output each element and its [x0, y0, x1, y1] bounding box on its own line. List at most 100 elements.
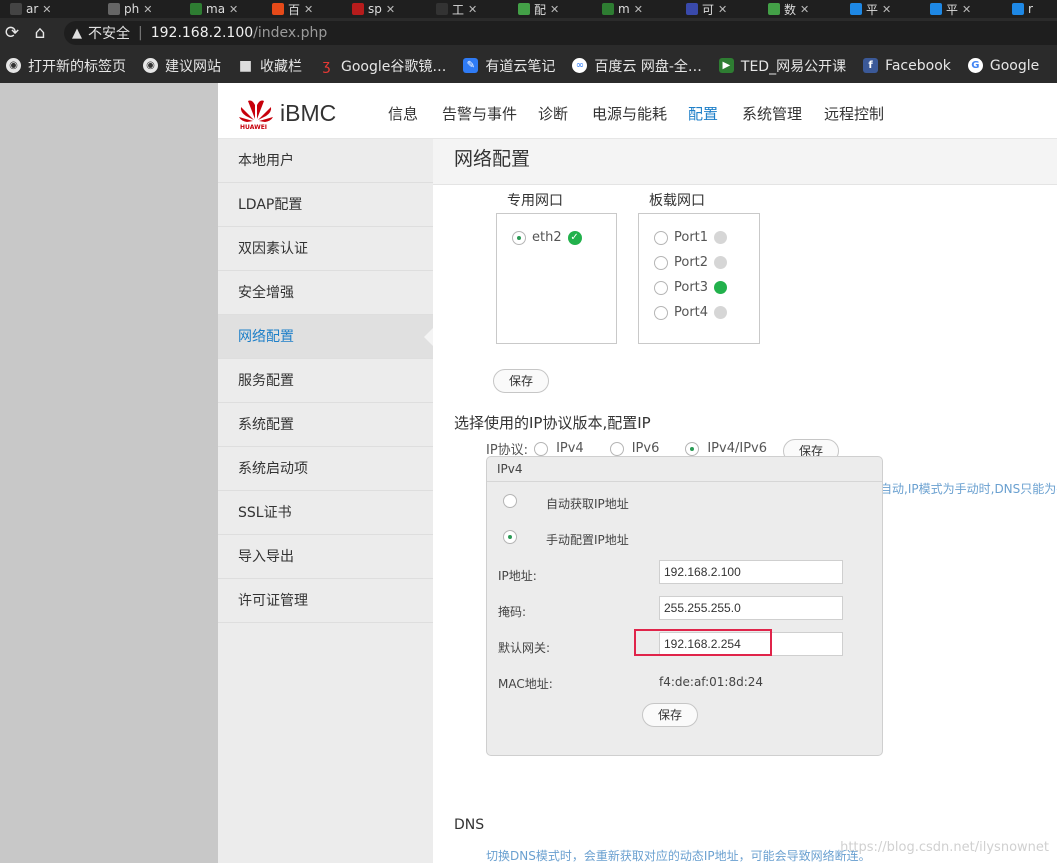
- sidebar-item-services[interactable]: 服务配置: [218, 359, 433, 403]
- sidebar-item-security[interactable]: 安全增强: [218, 271, 433, 315]
- nav-diagnostics[interactable]: 诊断: [538, 103, 568, 124]
- nav-system-management[interactable]: 系统管理: [742, 103, 802, 124]
- tab-close-icon[interactable]: ✕: [386, 3, 395, 16]
- port-option-port3[interactable]: Port3: [654, 280, 728, 295]
- bookmark-label: TED_网易公开课: [740, 58, 847, 75]
- address-bar[interactable]: ▲ 不安全 | 192.168.2.100/index.php: [64, 21, 1057, 45]
- tab-label: r: [1028, 2, 1033, 16]
- bookmark-item[interactable]: G Google: [967, 58, 1039, 74]
- tab-favicon-icon: [686, 3, 698, 15]
- save-port-button[interactable]: 保存: [493, 369, 549, 393]
- option-label: IPv4: [556, 441, 584, 456]
- tab-close-icon[interactable]: ✕: [143, 3, 152, 16]
- sidebar-item-boot[interactable]: 系统启动项: [218, 447, 433, 491]
- page-left-gutter: [0, 83, 218, 863]
- omnibox-separator: |: [138, 25, 143, 41]
- browser-tab-strip: ar ✕ ph ✕ ma ✕ 百 ✕ sp ✕ 工 ✕ 配 ✕ m ✕ 可 ✕ 数 ✕ 平 ✕ 平 ✕ …: [0, 0, 1057, 18]
- port-option-port2[interactable]: Port2: [654, 255, 728, 270]
- auto-ip-radio[interactable]: [503, 494, 517, 508]
- port-option-port1[interactable]: Port1: [654, 230, 728, 245]
- security-warning-label[interactable]: 不安全: [88, 23, 130, 43]
- browser-tab[interactable]: sp ✕: [352, 0, 395, 18]
- nav-info[interactable]: 信息: [388, 103, 418, 124]
- sidebar-item-system-config[interactable]: 系统配置: [218, 403, 433, 447]
- onboard-port-box: Port1 Port2 Port3 Port4: [638, 213, 760, 344]
- tab-close-icon[interactable]: ✕: [229, 3, 238, 16]
- subnet-mask-input[interactable]: [659, 596, 843, 620]
- tab-favicon-icon: [768, 3, 780, 15]
- tab-close-icon[interactable]: ✕: [304, 3, 313, 16]
- browser-tab[interactable]: m ✕: [602, 0, 643, 18]
- tab-close-icon[interactable]: ✕: [634, 3, 643, 16]
- sidebar-item-import-export[interactable]: 导入导出: [218, 535, 433, 579]
- sidebar-item-ldap[interactable]: LDAP配置: [218, 183, 433, 227]
- option-label: IPv4/IPv6: [707, 441, 767, 456]
- browser-tab[interactable]: 平 ✕: [850, 0, 891, 18]
- radio-button[interactable]: [685, 441, 700, 456]
- browser-tab[interactable]: 平 ✕: [930, 0, 971, 18]
- manual-ip-radio[interactable]: [503, 530, 517, 544]
- tab-close-icon[interactable]: ✕: [800, 3, 809, 16]
- save-ipv4-button[interactable]: 保存: [642, 703, 698, 727]
- ip-option-dual[interactable]: IPv4/IPv6: [685, 441, 767, 456]
- sidebar-item-ssl[interactable]: SSL证书: [218, 491, 433, 535]
- radio-button[interactable]: [512, 230, 526, 245]
- port-name: Port3: [674, 280, 709, 295]
- tab-close-icon[interactable]: ✕: [718, 3, 727, 16]
- nav-remote-control[interactable]: 远程控制: [824, 103, 884, 124]
- manual-ip-label[interactable]: 手动配置IP地址: [546, 531, 629, 548]
- bookmark-item[interactable]: ◉ 建议网站: [143, 56, 221, 76]
- tab-close-icon[interactable]: ✕: [882, 3, 891, 16]
- port-option-port4[interactable]: Port4: [654, 305, 728, 320]
- browser-tab[interactable]: r: [1012, 0, 1033, 18]
- browser-tab[interactable]: 工 ✕: [436, 0, 477, 18]
- browser-tab[interactable]: 百 ✕: [272, 0, 313, 18]
- ip-option-ipv6[interactable]: IPv6: [609, 441, 659, 456]
- bookmark-item[interactable]: ◉ 打开新的标签页: [6, 56, 126, 76]
- bookmark-item[interactable]: ✎ 有道云笔记: [463, 56, 555, 76]
- bookmark-item[interactable]: ▶ TED_网易公开课: [718, 56, 847, 76]
- radio-button[interactable]: [654, 305, 668, 320]
- default-gateway-label: 默认网关:: [498, 641, 551, 655]
- tab-label: 百: [288, 2, 301, 17]
- reload-icon[interactable]: ⟳: [0, 23, 24, 43]
- bookmark-item[interactable]: f Facebook: [863, 58, 951, 74]
- browser-tab[interactable]: 可 ✕: [686, 0, 727, 18]
- ip-address-input[interactable]: [659, 560, 843, 584]
- browser-tab[interactable]: 配 ✕: [518, 0, 559, 18]
- tab-label: 可: [702, 2, 715, 17]
- sidebar-item-local-users[interactable]: 本地用户: [218, 139, 433, 183]
- browser-tab[interactable]: ar ✕: [10, 0, 52, 18]
- tab-close-icon[interactable]: ✕: [550, 3, 559, 16]
- note-icon: ✎: [463, 58, 479, 73]
- sidebar-item-network[interactable]: 网络配置: [218, 315, 434, 359]
- mac-address-label: MAC地址:: [498, 677, 553, 691]
- port-option-eth2[interactable]: eth2 ✓: [512, 230, 582, 245]
- bookmark-item[interactable]: ∞ 百度云 网盘-全…: [572, 56, 702, 76]
- home-icon[interactable]: ⌂: [28, 23, 52, 43]
- tab-close-icon[interactable]: ✕: [962, 3, 971, 16]
- dns-section-title: DNS: [454, 817, 485, 833]
- radio-button[interactable]: [534, 441, 549, 456]
- tab-close-icon[interactable]: ✕: [42, 3, 51, 16]
- sidebar-item-two-factor[interactable]: 双因素认证: [218, 227, 433, 271]
- radio-button[interactable]: [654, 255, 668, 270]
- tab-close-icon[interactable]: ✕: [468, 3, 477, 16]
- browser-tab[interactable]: ma ✕: [190, 0, 238, 18]
- ibmc-logo[interactable]: HUAWEI iBMC: [238, 97, 336, 131]
- bookmark-item[interactable]: ■ 收藏栏: [238, 56, 302, 76]
- browser-tab[interactable]: ph ✕: [108, 0, 152, 18]
- radio-button[interactable]: [654, 230, 668, 245]
- nav-power[interactable]: 电源与能耗: [592, 103, 667, 124]
- auto-ip-label[interactable]: 自动获取IP地址: [546, 495, 629, 512]
- ipv4-panel: IPv4 自动获取IP地址 手动配置IP地址 IP地址: 掩码: 默认网关: M…: [486, 456, 883, 756]
- radio-button[interactable]: [654, 280, 668, 295]
- sidebar-item-license[interactable]: 许可证管理: [218, 579, 433, 623]
- nav-alarms[interactable]: 告警与事件: [442, 103, 517, 124]
- radio-button[interactable]: [609, 441, 624, 456]
- ip-option-ipv4[interactable]: IPv4: [534, 441, 584, 456]
- bookmark-item[interactable]: ʒ Google谷歌镜…: [319, 56, 446, 76]
- nav-configuration[interactable]: 配置: [688, 103, 718, 124]
- browser-tab[interactable]: 数 ✕: [768, 0, 809, 18]
- warning-icon[interactable]: ▲: [72, 26, 82, 41]
